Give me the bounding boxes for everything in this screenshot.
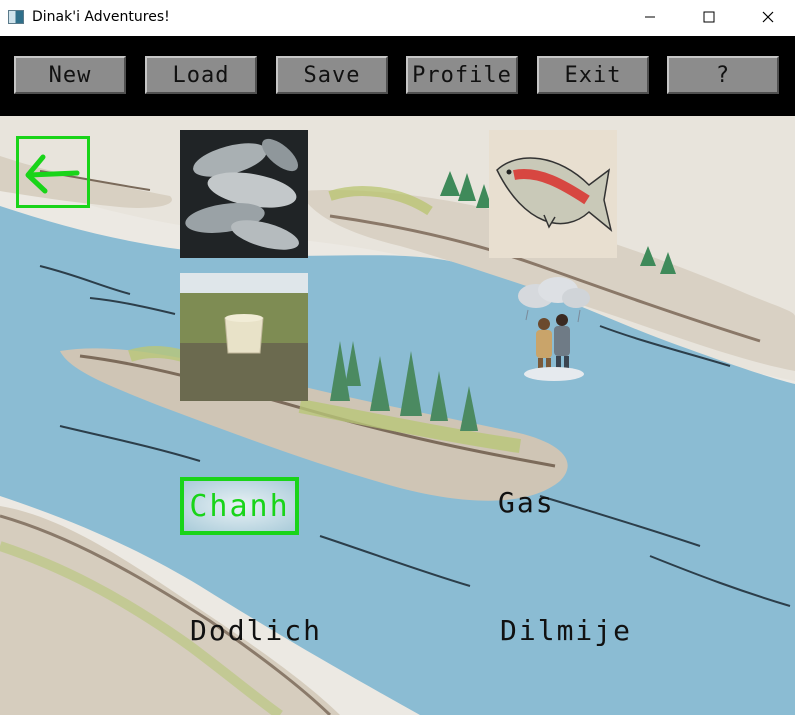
bucket-photo[interactable]: [180, 273, 308, 401]
toolbar: New Load Save Profile Exit ?: [0, 36, 795, 116]
app-icon: [8, 10, 24, 24]
minimize-button[interactable]: [627, 0, 673, 34]
river-map: Chanh Gas Dodlich Dilmije: [0, 116, 795, 715]
chanh-word: Chanh: [189, 488, 290, 524]
dilmije-word[interactable]: Dilmije: [500, 614, 632, 647]
help-button[interactable]: ?: [667, 56, 779, 94]
gas-word[interactable]: Gas: [498, 486, 555, 519]
maximize-button[interactable]: [686, 0, 732, 34]
save-button[interactable]: Save: [276, 56, 388, 94]
close-icon: [762, 11, 774, 23]
back-button[interactable]: [16, 136, 90, 208]
salmon-image: [489, 130, 617, 258]
maximize-icon: [703, 11, 715, 23]
new-button[interactable]: New: [14, 56, 126, 94]
profile-button[interactable]: Profile: [406, 56, 518, 94]
dodlich-word[interactable]: Dodlich: [190, 614, 322, 647]
rain-people-icon[interactable]: [516, 276, 592, 388]
exit-button[interactable]: Exit: [537, 56, 649, 94]
window-title: Dinak'i Adventures!: [32, 9, 170, 25]
whitefish-photo[interactable]: [180, 130, 308, 258]
river-map-drawing: [0, 116, 795, 715]
bucket-image: [180, 273, 308, 401]
load-button[interactable]: Load: [145, 56, 257, 94]
whitefish-image: [180, 130, 308, 258]
salmon-photo[interactable]: [489, 130, 617, 258]
close-button[interactable]: [745, 0, 791, 34]
title-bar: Dinak'i Adventures!: [0, 0, 795, 36]
chanh-word-box[interactable]: Chanh: [180, 477, 299, 535]
back-arrow-icon: [25, 154, 80, 194]
minimize-icon: [645, 16, 655, 18]
